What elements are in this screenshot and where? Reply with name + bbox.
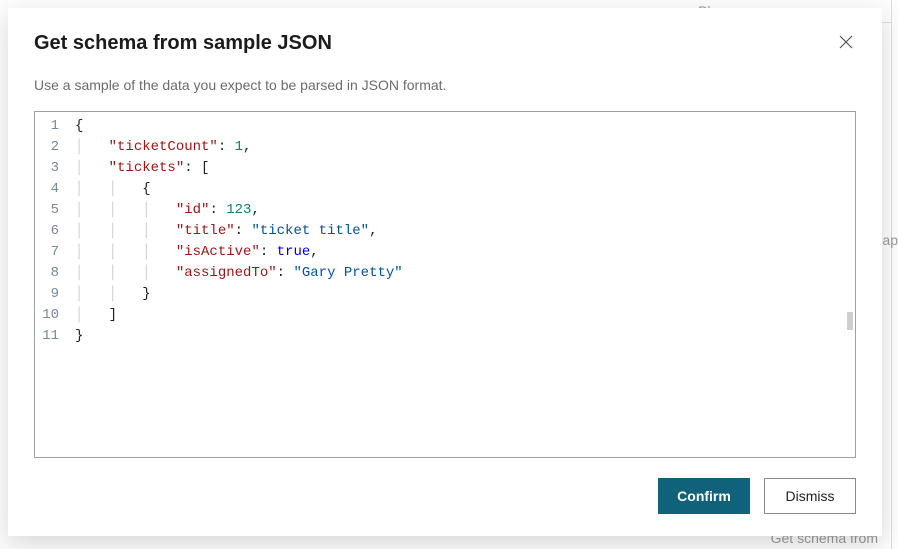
code-line: │ "ticketCount": 1, xyxy=(75,137,855,158)
line-number: 4 xyxy=(35,179,61,200)
get-schema-dialog: Get schema from sample JSON Use a sample… xyxy=(8,8,882,536)
dismiss-button[interactable]: Dismiss xyxy=(764,478,856,514)
code-line: │ │ } xyxy=(75,284,855,305)
line-number: 5 xyxy=(35,200,61,221)
bg-right-divider xyxy=(891,0,892,549)
line-number: 10 xyxy=(35,305,61,326)
code-line: │ ] xyxy=(75,305,855,326)
dialog-header: Get schema from sample JSON xyxy=(34,32,856,55)
code-line: │ │ │ "assignedTo": "Gary Pretty" xyxy=(75,263,855,284)
line-number: 6 xyxy=(35,221,61,242)
code-line: │ │ │ "isActive": true, xyxy=(75,242,855,263)
code-line: │ │ { xyxy=(75,179,855,200)
dialog-subtitle: Use a sample of the data you expect to b… xyxy=(34,77,856,93)
line-number: 2 xyxy=(35,137,61,158)
dialog-footer: Confirm Dismiss xyxy=(34,478,856,514)
line-number: 1 xyxy=(35,116,61,137)
confirm-button[interactable]: Confirm xyxy=(658,478,750,514)
code-line: { xyxy=(75,116,855,137)
line-number: 7 xyxy=(35,242,61,263)
close-button[interactable] xyxy=(836,32,856,55)
code-line: } xyxy=(75,326,855,347)
editor-code[interactable]: {│ "ticketCount": 1,│ "tickets": [│ │ {│… xyxy=(71,112,855,457)
editor-gutter: 1234567891011 xyxy=(35,112,71,457)
editor-scroll-thumb[interactable] xyxy=(847,312,853,330)
code-line: │ "tickets": [ xyxy=(75,158,855,179)
line-number: 8 xyxy=(35,263,61,284)
dialog-title: Get schema from sample JSON xyxy=(34,32,332,55)
app-backdrop: Phrases ap Get schema from Get schema fr… xyxy=(0,0,898,549)
json-editor[interactable]: 1234567891011 {│ "ticketCount": 1,│ "tic… xyxy=(34,111,856,458)
code-line: │ │ │ "title": "ticket title", xyxy=(75,221,855,242)
code-line: │ │ │ "id": 123, xyxy=(75,200,855,221)
bg-ap-fragment: ap xyxy=(882,232,898,248)
close-icon xyxy=(838,38,854,53)
line-number: 3 xyxy=(35,158,61,179)
line-number: 9 xyxy=(35,284,61,305)
line-number: 11 xyxy=(35,326,61,347)
